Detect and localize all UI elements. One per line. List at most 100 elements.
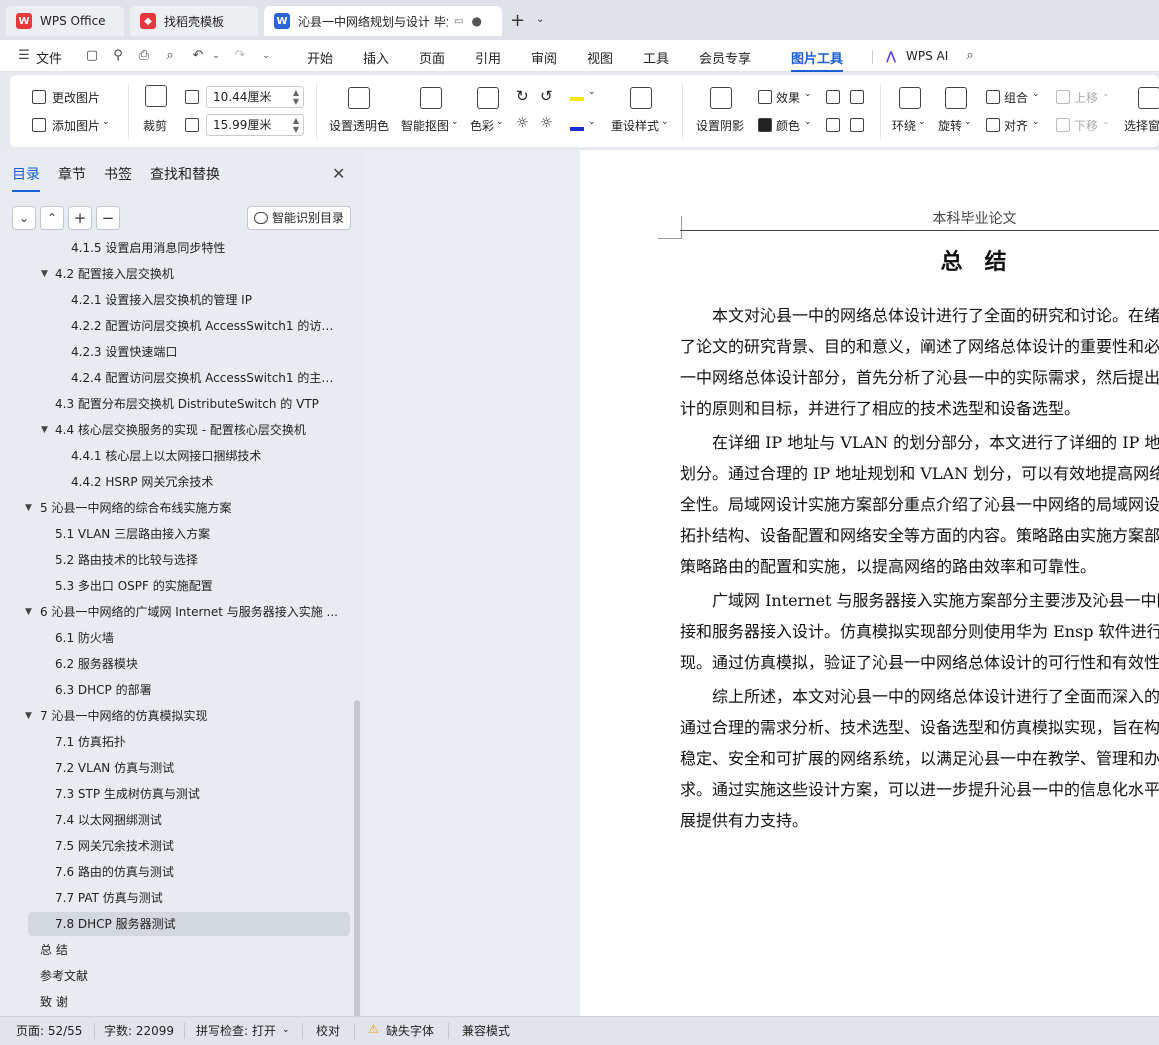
selection-pane-button[interactable]: 选择窗 [1124,117,1159,134]
spin-arrows-icon[interactable]: ▲ ▼ [293,116,299,134]
document-body[interactable]: 本文对沁县一中的网络总体设计进行了全面的研究和讨论。在绪 了论文的研究背景、目的和… [680,300,1159,839]
menu-file[interactable]: 文件 [36,48,62,67]
page-indicator[interactable]: 页面: 52/55 [16,1022,82,1039]
height-input[interactable]: 15.99厘米 ▲ ▼ [206,114,304,136]
chevron-down-icon[interactable]: ⌄ [1032,89,1040,99]
chevron-down-icon[interactable]: ⌄ [804,117,812,127]
smart-cutout-button[interactable]: 智能抠图 [401,117,449,134]
chevron-down-icon[interactable]: ⌄ [282,1025,290,1035]
paragraph[interactable]: 本文对沁县一中的网络总体设计进行了全面的研究和讨论。在绪 了论文的研究背景、目的和… [680,300,1159,424]
expand-arrow-icon[interactable]: ▼ [41,262,48,286]
new-tab-button[interactable]: + [510,10,525,31]
color-button[interactable]: 色彩 [470,117,494,134]
menu-review[interactable]: 审阅 [531,48,557,67]
add-heading-button[interactable]: + [68,206,92,230]
toc-item[interactable]: 6.3 DHCP 的部署 [0,678,350,702]
reset-style-button[interactable]: 重设样式 [611,117,659,134]
chevron-down-icon[interactable]: ⌄ [1102,89,1110,99]
link-icon[interactable]: ⚲ [110,48,126,64]
set-transparent-button[interactable]: 设置透明色 [329,117,389,134]
color-dropdown-button[interactable]: 颜色 [776,117,800,134]
toc-item[interactable]: 7.2 VLAN 仿真与测试 [0,756,350,780]
tab-wps-office[interactable]: W WPS Office [6,6,124,36]
toc-item[interactable]: ▼ 4.4 核心层交换服务的实现 - 配置核心层交换机 [0,418,350,442]
tab-find-replace[interactable]: 查找和替换 [150,164,220,184]
line-color-icon[interactable] [570,115,586,131]
chevron-down-icon[interactable]: ⌄ [1102,117,1110,127]
tab-bookmarks[interactable]: 书签 [104,164,132,184]
shadow-right-icon[interactable] [850,118,864,132]
wps-ai-button[interactable]: WPS AI [906,49,948,63]
spin-arrows-icon[interactable]: ▲ ▼ [293,88,299,106]
toc-item[interactable]: 4.3 配置分布层交换机 DistributeSwitch 的 VTP [0,392,350,416]
brightness-icon[interactable]: ☼ [516,115,529,131]
close-icon[interactable]: ✕ [332,164,345,183]
chevron-down-icon[interactable]: ⌄ [536,14,544,25]
toc-item[interactable]: 7.8 DHCP 服务器测试 [28,912,350,936]
toc-item[interactable]: 6.1 防火墙 [0,626,350,650]
expand-arrow-icon[interactable]: ▼ [41,418,48,442]
print-icon[interactable]: ⎙ [136,48,152,64]
save-icon[interactable]: ▢ [84,48,100,64]
more-dropdown-icon[interactable]: ⌄ [258,48,274,64]
undo-dropdown-icon[interactable]: ⌄ [208,48,224,64]
menu-page[interactable]: 页面 [419,48,445,67]
tab-toc[interactable]: 目录 [12,164,40,192]
document-page[interactable]: 本科毕业论文 总结 本文对沁县一中的网络总体设计进行了全面的研究和讨论。在绪 了论… [580,150,1159,1016]
expand-up-button[interactable]: ⌃ [40,206,64,230]
toc-item[interactable]: 5.1 VLAN 三层路由接入方案 [0,522,350,546]
toc-item[interactable]: 7.6 路由的仿真与测试 [0,860,350,884]
crop-button[interactable]: 裁剪 [143,117,167,134]
toc-scrollbar[interactable] [354,700,360,1018]
toc-item[interactable]: 4.4.2 HSRP 网关冗余技术 [0,470,350,494]
add-image-button[interactable]: 添加图片 [52,117,100,134]
tab-document[interactable]: W 沁县一中网络规划与设计 毕业 ▭ ● [264,6,502,36]
group-button[interactable]: 组合 [1004,89,1028,106]
tab-docer[interactable]: ◆ 找稻壳模板 [130,6,258,36]
fill-color-icon[interactable] [570,85,586,101]
width-input[interactable]: 10.44厘米 ▲ ▼ [206,86,304,108]
proofread-button[interactable]: 校对 [316,1022,340,1039]
expand-arrow-icon[interactable]: ▼ [25,704,32,728]
rotate-button[interactable]: 旋转 [938,117,962,134]
collapse-down-button[interactable]: ⌄ [12,206,36,230]
toc-item[interactable]: 7.1 仿真拓扑 [0,730,350,754]
chevron-down-icon[interactable]: ⌄ [102,117,110,127]
toc-item[interactable]: 4.2.4 配置访问层交换机 AccessSwitch1 的主干 ... [0,366,350,390]
rotate-right-icon[interactable]: ↺ [540,87,553,105]
toc-item[interactable]: 4.2.2 配置访问层交换机 AccessSwitch1 的访问 ... [0,314,350,338]
toc-item[interactable]: 7.3 STP 生成树仿真与测试 [0,782,350,806]
menu-start[interactable]: 开始 [307,48,333,67]
paragraph[interactable]: 在详细 IP 地址与 VLAN 的划分部分，本文进行了详细的 IP 地址 划分。通… [680,427,1159,582]
toc-item[interactable]: 参考文献 [0,964,350,988]
remove-heading-button[interactable]: − [96,206,120,230]
toc-item[interactable]: 6.2 服务器模块 [0,652,350,676]
toc-item[interactable]: 4.2.1 设置接入层交换机的管理 IP [0,288,350,312]
toc-item[interactable]: 7.4 以太网捆绑测试 [0,808,350,832]
wrap-button[interactable]: 环绕 [892,117,916,134]
tab-close-icon[interactable]: ● [471,14,481,28]
toc-item[interactable]: ▼ 5 沁县一中网络的综合布线实施方案 [0,496,350,520]
chevron-down-icon[interactable]: ⌄ [588,87,596,97]
chevron-down-icon[interactable]: ⌄ [964,117,972,127]
menu-view[interactable]: 视图 [587,48,613,67]
print-preview-icon[interactable]: ⌕ [162,48,178,64]
toc-item[interactable]: 4.2.3 设置快速端口 [0,340,350,364]
toc-item[interactable]: 致 谢 [0,990,350,1014]
shadow-up-icon[interactable] [826,90,840,104]
menu-picture-tools[interactable]: 图片工具 [791,48,844,72]
set-shadow-button[interactable]: 设置阴影 [696,117,744,134]
change-image-button[interactable]: 更改图片 [52,89,100,106]
toc-item[interactable]: 5.2 路由技术的比较与选择 [0,548,350,572]
expand-arrow-icon[interactable]: ▼ [25,496,32,520]
toc-item[interactable]: 7.7 PAT 仿真与测试 [0,886,350,910]
menu-insert[interactable]: 插入 [363,48,389,67]
menu-tools[interactable]: 工具 [643,48,669,67]
rotate-left-icon[interactable]: ↻ [516,87,529,105]
redo-icon[interactable]: ↷ [232,48,248,64]
move-down-button[interactable]: 下移 [1074,117,1098,134]
align-button[interactable]: 对齐 [1004,117,1028,134]
missing-font-button[interactable]: 缺失字体 [386,1022,434,1039]
paragraph[interactable]: 广域网 Internet 与服务器接入实施方案部分主要涉及沁县一中网 接和服务器接… [680,585,1159,678]
toc-item[interactable]: 4.4.1 核心层上以太网接口捆绑技术 [0,444,350,468]
